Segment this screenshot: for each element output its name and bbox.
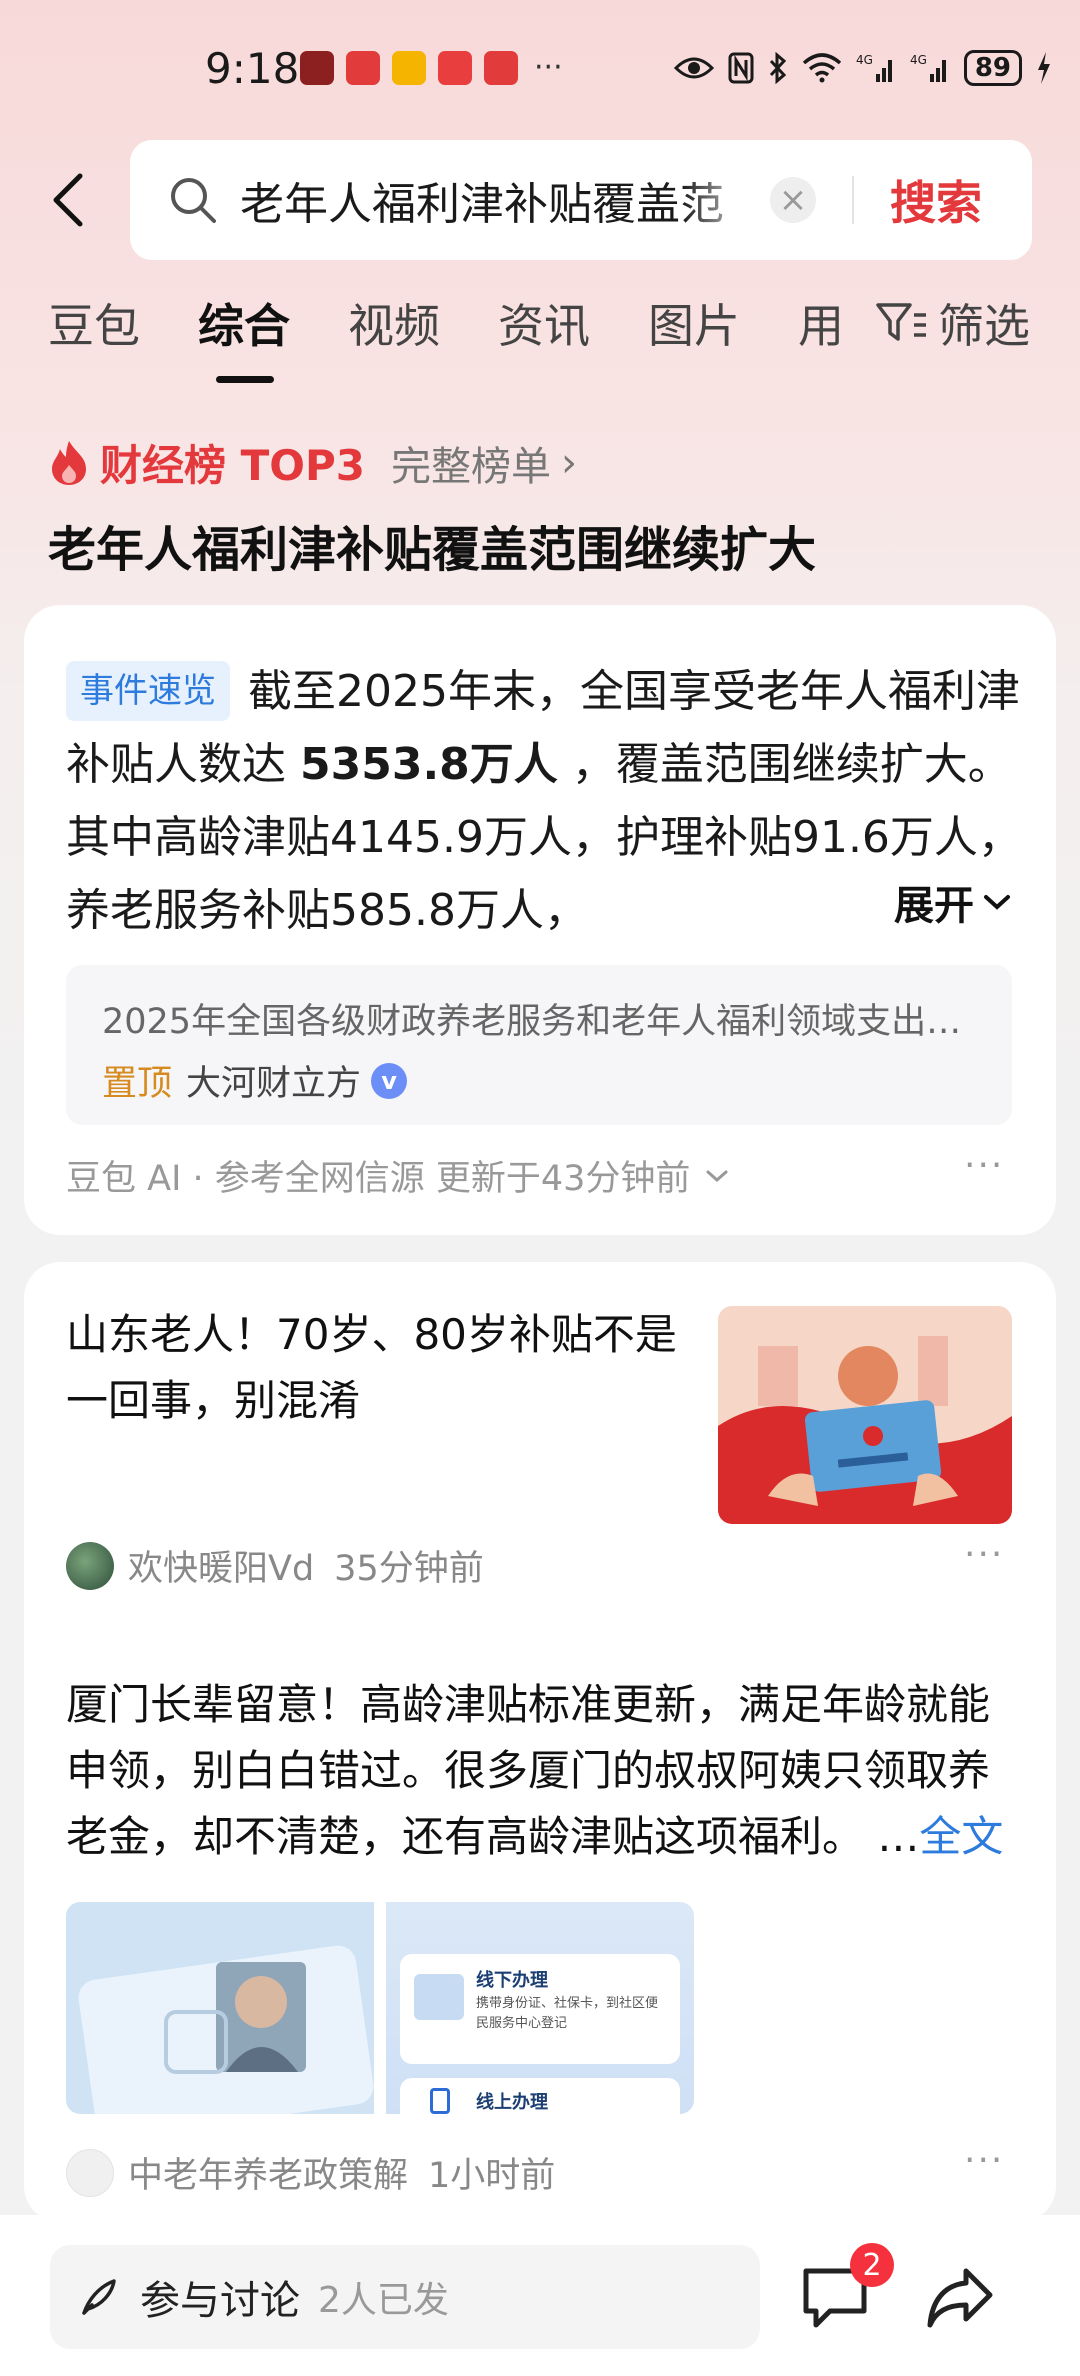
summary-highlight: 5353.8万人 xyxy=(300,739,558,790)
results-card: 山东老人！70岁、80岁补贴不是一回事，别混淆 欢快暖阳Vd 35分钟前 ···… xyxy=(24,1262,1056,2222)
author-name[interactable]: 欢快暖阳Vd xyxy=(128,1540,314,1591)
discussion-input[interactable]: 参与讨论 2人已发 xyxy=(50,2245,760,2349)
online-handle-title: 线上办理 xyxy=(476,2092,548,2113)
battery-indicator: 89 xyxy=(963,50,1022,86)
offline-handle-desc: 携带身份证、社保卡，到社区便民服务中心登记 xyxy=(476,1996,659,2031)
topic-title: 老年人福利津补贴覆盖范围继续扩大 xyxy=(48,522,817,578)
event-summary-badge: 事件速览 xyxy=(66,661,230,721)
full-text-link[interactable]: 全文 xyxy=(919,1812,1003,1861)
more-options-icon[interactable]: ··· xyxy=(964,2140,1004,2181)
source-article-title[interactable]: 2025年全国各级财政养老服务和老年人福利领域支出… xyxy=(102,993,982,1044)
system-icons: 4G 4G 89 xyxy=(673,50,1052,86)
expand-label: 展开 xyxy=(894,883,974,929)
weibo-icon xyxy=(392,50,426,85)
fire-icon xyxy=(52,440,86,485)
post-time: 1小时前 xyxy=(428,2156,556,2196)
chevron-down-icon xyxy=(984,895,1010,910)
article-thumbnail[interactable] xyxy=(718,1306,1012,1524)
filter-button[interactable]: 筛选 xyxy=(876,290,1030,356)
tv-app-icon-2 xyxy=(484,50,518,85)
more-notifications-icon: ··· xyxy=(534,50,563,85)
post-image-1[interactable] xyxy=(66,1902,374,2114)
more-options-icon[interactable]: ··· xyxy=(964,1145,1004,1186)
ranking-title: 财经榜 TOP3 xyxy=(100,441,365,490)
tab-images[interactable]: 图片 xyxy=(648,290,740,356)
elderly-card-image xyxy=(66,1902,374,2114)
wifi-icon xyxy=(802,53,841,83)
tab-video[interactable]: 视频 xyxy=(348,290,440,356)
pinned-label: 置顶 xyxy=(102,1064,173,1104)
discussion-label: 参与讨论 xyxy=(140,2278,300,2324)
tab-doubao[interactable]: 豆包 xyxy=(48,290,140,356)
source-box[interactable]: 2025年全国各级财政养老服务和老年人福利领域支出… 置顶 大河财立方 v xyxy=(66,965,1012,1125)
avatar[interactable] xyxy=(66,1541,114,1590)
search-input[interactable]: 老年人福利津补贴覆盖范 xyxy=(240,168,760,232)
online-handle-panel: 线上办理 xyxy=(400,2078,680,2114)
chevron-down-icon xyxy=(706,1170,728,1182)
service-desk-icon xyxy=(414,1974,464,2020)
signal-4g-icon-2: 4G xyxy=(910,53,946,82)
ranking-row[interactable]: 财经榜 TOP3 完整榜单 › xyxy=(48,432,577,493)
offline-handle-panel: 线下办理 携带身份证、社保卡，到社区便民服务中心登记 xyxy=(400,1954,680,2064)
filter-label: 筛选 xyxy=(938,299,1030,353)
offline-handle-title: 线下办理 xyxy=(476,1970,548,1991)
ellipsis: … xyxy=(877,1812,920,1861)
author-name[interactable]: 中老年养老政策解 xyxy=(128,2147,408,2198)
toutiao-icon xyxy=(438,50,472,85)
filter-icon xyxy=(876,303,926,341)
pen-icon xyxy=(82,2279,116,2315)
category-tabs: 豆包 综合 视频 资讯 图片 用 筛选 xyxy=(0,290,1080,390)
avatar[interactable] xyxy=(66,2148,114,2197)
comment-count-badge: 2 xyxy=(850,2243,894,2287)
event-summary-card[interactable]: 事件速览 截至2025年末，全国享受老年人福利津补贴人数达 5353.8万人 ，覆… xyxy=(24,605,1056,1235)
source-name[interactable]: 大河财立方 xyxy=(186,1055,361,1106)
clear-search-button[interactable]: × xyxy=(770,177,816,223)
search-icon xyxy=(171,178,216,223)
post-text[interactable]: 厦门长辈留意！高龄津贴标准更新，满足年龄就能申领，别白白错过。很多厦门的叔叔阿姨… xyxy=(66,1672,1026,1870)
ai-source-text: 豆包 AI · 参考全网信源 更新于43分钟前 xyxy=(66,1159,691,1199)
post-time: 35分钟前 xyxy=(334,1549,484,1589)
full-ranking-link[interactable]: 完整榜单 xyxy=(391,434,551,492)
more-options-icon[interactable]: ··· xyxy=(964,1534,1004,1575)
verified-icon: v xyxy=(371,1062,408,1099)
status-bar: 9:18 ··· 4G 4G 89 xyxy=(0,0,1080,140)
search-box[interactable]: 老年人福利津补贴覆盖范 × 搜索 xyxy=(130,140,1032,260)
news-app-icon xyxy=(300,50,334,85)
chevron-right-icon: › xyxy=(560,439,577,486)
article-title[interactable]: 山东老人！70岁、80岁补贴不是一回事，别混淆 xyxy=(66,1302,686,1434)
post-image-2[interactable]: 线下办理 携带身份证、社保卡，到社区便民服务中心登记 线上办理 xyxy=(386,1902,694,2114)
back-arrow-icon xyxy=(53,173,83,227)
share-icon[interactable] xyxy=(926,2265,994,2329)
source-meta: 置顶 大河财立方 v xyxy=(102,1055,408,1106)
charging-icon xyxy=(1038,52,1050,84)
ai-source-footer[interactable]: 豆包 AI · 参考全网信源 更新于43分钟前 xyxy=(66,1150,730,1201)
tab-users[interactable]: 用 xyxy=(798,290,844,356)
article-author-row[interactable]: 欢快暖阳Vd 35分钟前 xyxy=(66,1540,484,1591)
tab-comprehensive[interactable]: 综合 xyxy=(198,290,290,356)
close-icon: × xyxy=(778,180,808,220)
svg-text:4G: 4G xyxy=(910,53,927,67)
bluetooth-icon xyxy=(769,52,786,84)
nfc-icon xyxy=(728,52,754,84)
notification-icons: ··· xyxy=(300,50,563,85)
search-button[interactable]: 搜索 xyxy=(890,167,982,233)
post-author-row[interactable]: 中老年养老政策解 1小时前 xyxy=(66,2147,555,2198)
eye-icon xyxy=(673,57,714,79)
post-body: 厦门长辈留意！高龄津贴标准更新，满足年龄就能申领，别白白错过。很多厦门的叔叔阿姨… xyxy=(66,1680,991,1861)
discussion-count: 2人已发 xyxy=(318,2280,449,2321)
back-button[interactable] xyxy=(40,160,96,240)
signal-4g-icon: 4G xyxy=(856,53,892,82)
status-time: 9:18 xyxy=(205,44,300,93)
expand-button[interactable]: 展开 xyxy=(864,873,1012,931)
tv-app-icon xyxy=(346,50,380,85)
phone-icon xyxy=(430,2088,450,2114)
tab-news[interactable]: 资讯 xyxy=(498,290,590,356)
bottom-bar: 参与讨论 2人已发 2 xyxy=(0,2215,1080,2376)
active-tab-indicator xyxy=(216,376,274,383)
search-divider xyxy=(852,176,854,224)
social-security-card-image xyxy=(718,1306,1012,1524)
svg-text:4G: 4G xyxy=(856,53,873,67)
